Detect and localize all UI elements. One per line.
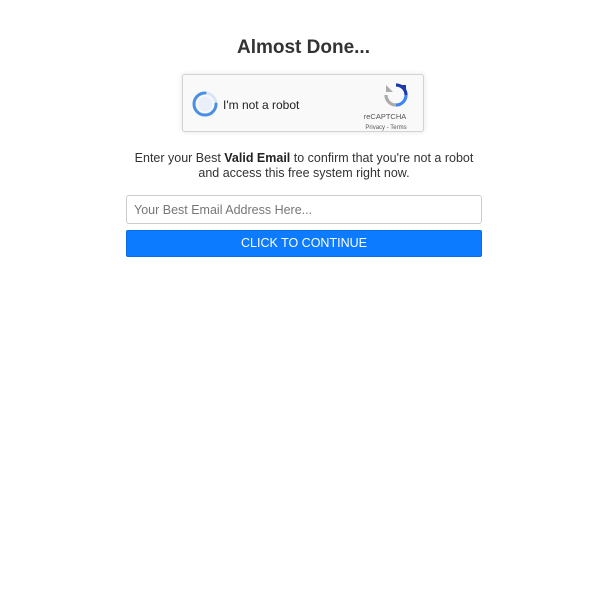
privacy-link[interactable]: Privacy xyxy=(365,125,385,131)
instruction-text: Enter your Best Valid Email to confirm t… xyxy=(126,151,482,181)
instruction-prefix: Enter your Best xyxy=(134,151,225,165)
recaptcha-widget: I'm not a robot reCAPTCHA Privacy - Term… xyxy=(182,74,424,132)
loading-spinner-icon[interactable] xyxy=(191,90,219,118)
page: Almost Done... I'm not a robot reCAPTCHA… xyxy=(0,0,600,600)
email-input[interactable] xyxy=(126,195,482,224)
recaptcha-label: I'm not a robot xyxy=(223,98,300,112)
recaptcha-brand: reCAPTCHA xyxy=(363,112,407,121)
recaptcha-links: Privacy - Terms xyxy=(355,125,417,132)
continue-button[interactable]: CLICK TO CONTINUE xyxy=(126,230,482,257)
instruction-emphasis: Valid Email xyxy=(224,151,291,165)
recaptcha-logo-icon xyxy=(384,83,408,107)
terms-link[interactable]: Terms xyxy=(390,125,406,131)
page-title: Almost Done... xyxy=(236,37,370,58)
